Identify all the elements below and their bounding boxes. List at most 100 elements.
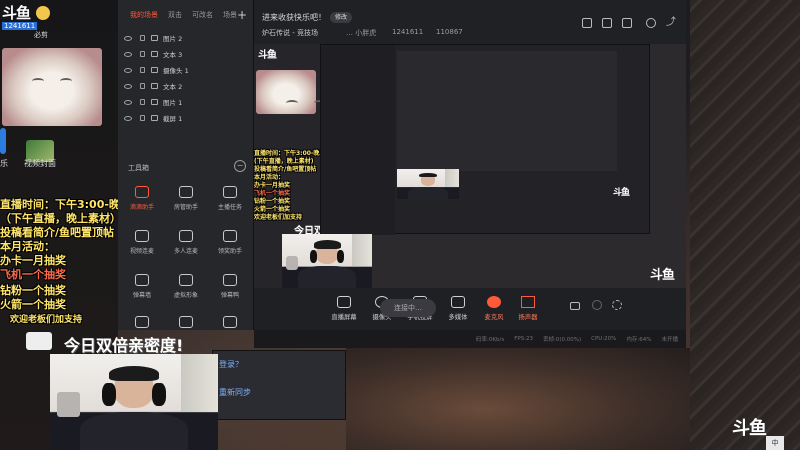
schedule-line: 火箭一个抽奖	[0, 298, 66, 311]
tab-my-scene[interactable]: 我的场景	[130, 10, 158, 20]
bottom-toolbar: 直播屏幕 摄像头 手机投屏 多媒体 麦克风 扬声器	[254, 288, 686, 330]
desktop-icon-label: 视频封面	[24, 159, 56, 168]
tool-icon	[179, 316, 193, 328]
thumbnail-icon	[26, 332, 52, 350]
eye-icon[interactable]	[124, 35, 132, 41]
lock-icon[interactable]	[140, 51, 145, 57]
tool-button[interactable]: 多人连麦	[166, 230, 206, 255]
douyu-logo: 斗鱼	[2, 4, 31, 22]
button-label: 麦克风	[484, 314, 504, 321]
source-item[interactable]: 截屏 1	[118, 110, 253, 126]
heat-count: 110867	[436, 28, 463, 36]
emoji-icon	[36, 6, 50, 20]
tool-button[interactable]: 视频连麦	[122, 230, 162, 255]
background-decor	[690, 0, 800, 450]
tab-rename[interactable]: 可改名	[192, 10, 213, 20]
speaker-icon	[521, 296, 535, 308]
go-live-button[interactable]: 连接中…	[380, 299, 436, 317]
lock-icon[interactable]	[140, 67, 145, 73]
layout-icon[interactable]	[622, 18, 632, 28]
bitrate-stat: 码率:0Kb/s	[476, 337, 505, 343]
image-icon	[151, 35, 158, 41]
lock-icon[interactable]	[140, 115, 145, 121]
screen-capture-button[interactable]: 直播屏幕	[326, 296, 362, 321]
login-link[interactable]: 登录？	[219, 359, 243, 370]
button-label: 多媒体	[448, 314, 468, 321]
eye-icon[interactable]	[124, 99, 132, 105]
user-tag: 必剪	[34, 31, 48, 39]
resync-link[interactable]: 重新同步	[219, 387, 251, 398]
cpu-stat: CPU:20%	[591, 336, 617, 342]
tool-button[interactable]: 房管助手	[166, 186, 206, 211]
nested-panel	[321, 45, 395, 235]
screen: 斗鱼 1241611 必剪 乐 视频封面 直播时间：下午3:00-晚上10:00…	[0, 0, 800, 450]
speaker-button[interactable]: 扬声器	[510, 296, 546, 321]
lock-icon[interactable]	[140, 35, 145, 41]
tab-double-click[interactable]: 双击	[168, 10, 182, 20]
edit-title-button[interactable]: 修改	[330, 12, 352, 23]
store-icon[interactable]	[582, 18, 592, 28]
eye-icon[interactable]	[592, 300, 602, 310]
source-label: 文本 2	[163, 83, 183, 91]
nested-camera	[397, 169, 459, 199]
eye-icon[interactable]	[124, 115, 132, 121]
nested-preview: 斗鱼	[320, 44, 650, 235]
microphone-icon	[487, 296, 501, 308]
schedule-line: 飞机一个抽奖	[0, 268, 66, 281]
tool-icon	[223, 186, 237, 198]
tool-icon	[223, 274, 237, 286]
tool-button[interactable]: 领奖助手	[210, 230, 250, 255]
source-label: 文本 3	[163, 51, 183, 59]
tool-button[interactable]	[166, 316, 206, 332]
room-id: 1241611	[392, 28, 424, 36]
douyu-watermark: 斗鱼	[732, 418, 767, 439]
tool-label: 领奖助手	[217, 248, 242, 255]
stream-preview[interactable]: 斗鱼 直播时间：下午3:00-晚上10:00 (下午直播，晚上素材) 投稿看简介…	[254, 44, 686, 288]
camera-icon	[151, 67, 158, 73]
lock-icon[interactable]	[140, 83, 145, 89]
dropped-frames-stat: 丢帧:0(0.00%)	[543, 337, 582, 343]
microphone-button[interactable]: 麦克风	[476, 296, 512, 321]
tool-button[interactable]: 滴滴助手	[122, 186, 162, 211]
tool-button[interactable]	[122, 316, 162, 332]
douyu-logo: 斗鱼	[258, 50, 277, 61]
tool-icon	[179, 274, 193, 286]
tool-icon	[179, 230, 193, 242]
settings-icon[interactable]	[612, 300, 622, 310]
source-item[interactable]: 摄像头 1	[118, 62, 253, 78]
media-icon	[451, 296, 465, 308]
scene-panel: 我的场景 双击 可改名 场景 + 图片 2 文本 3 摄像头 1 文本 2 图片…	[118, 0, 254, 330]
stream-title[interactable]: 进来收获快乐吧！	[262, 12, 326, 23]
tool-button[interactable]: 主播任务	[210, 186, 250, 211]
source-item[interactable]: 图片 2	[118, 30, 253, 46]
eye-icon[interactable]	[124, 83, 132, 89]
app-icon[interactable]	[0, 128, 6, 154]
cat-image	[256, 70, 326, 114]
tool-label: 滴滴助手	[129, 204, 154, 211]
source-item[interactable]: 图片 1	[118, 94, 253, 110]
add-scene-icon[interactable]: +	[237, 8, 247, 22]
memory-stat: 内存:64%	[626, 337, 652, 343]
lock-icon[interactable]	[140, 99, 145, 105]
desktop-icon-label: 乐	[0, 159, 8, 168]
tool-button[interactable]: 弹幕鸭	[210, 274, 250, 299]
tool-button[interactable]: 虚拟形象	[166, 274, 206, 299]
lock-icon[interactable]	[602, 18, 612, 28]
eye-icon[interactable]	[124, 51, 132, 57]
media-button[interactable]: 多媒体	[440, 296, 476, 321]
bell-icon[interactable]	[646, 18, 656, 28]
tool-button[interactable]: 弹幕墙	[122, 274, 162, 299]
tab-scene[interactable]: 场景	[223, 10, 237, 20]
tool-label: 视频连麦	[129, 248, 154, 255]
category-label[interactable]: 炉石传说 - 竞技场	[262, 28, 318, 38]
tool-button[interactable]	[210, 316, 250, 332]
screenshot-icon	[151, 115, 158, 121]
source-item[interactable]: 文本 2	[118, 78, 253, 94]
eye-icon[interactable]	[124, 67, 132, 73]
source-item[interactable]: 文本 3	[118, 46, 253, 62]
collapse-icon[interactable]: −	[234, 160, 246, 172]
record-icon[interactable]	[570, 302, 580, 310]
share-icon[interactable]: ⤴	[666, 18, 676, 28]
ime-indicator[interactable]: 中	[766, 436, 784, 450]
tool-icon	[223, 316, 237, 328]
